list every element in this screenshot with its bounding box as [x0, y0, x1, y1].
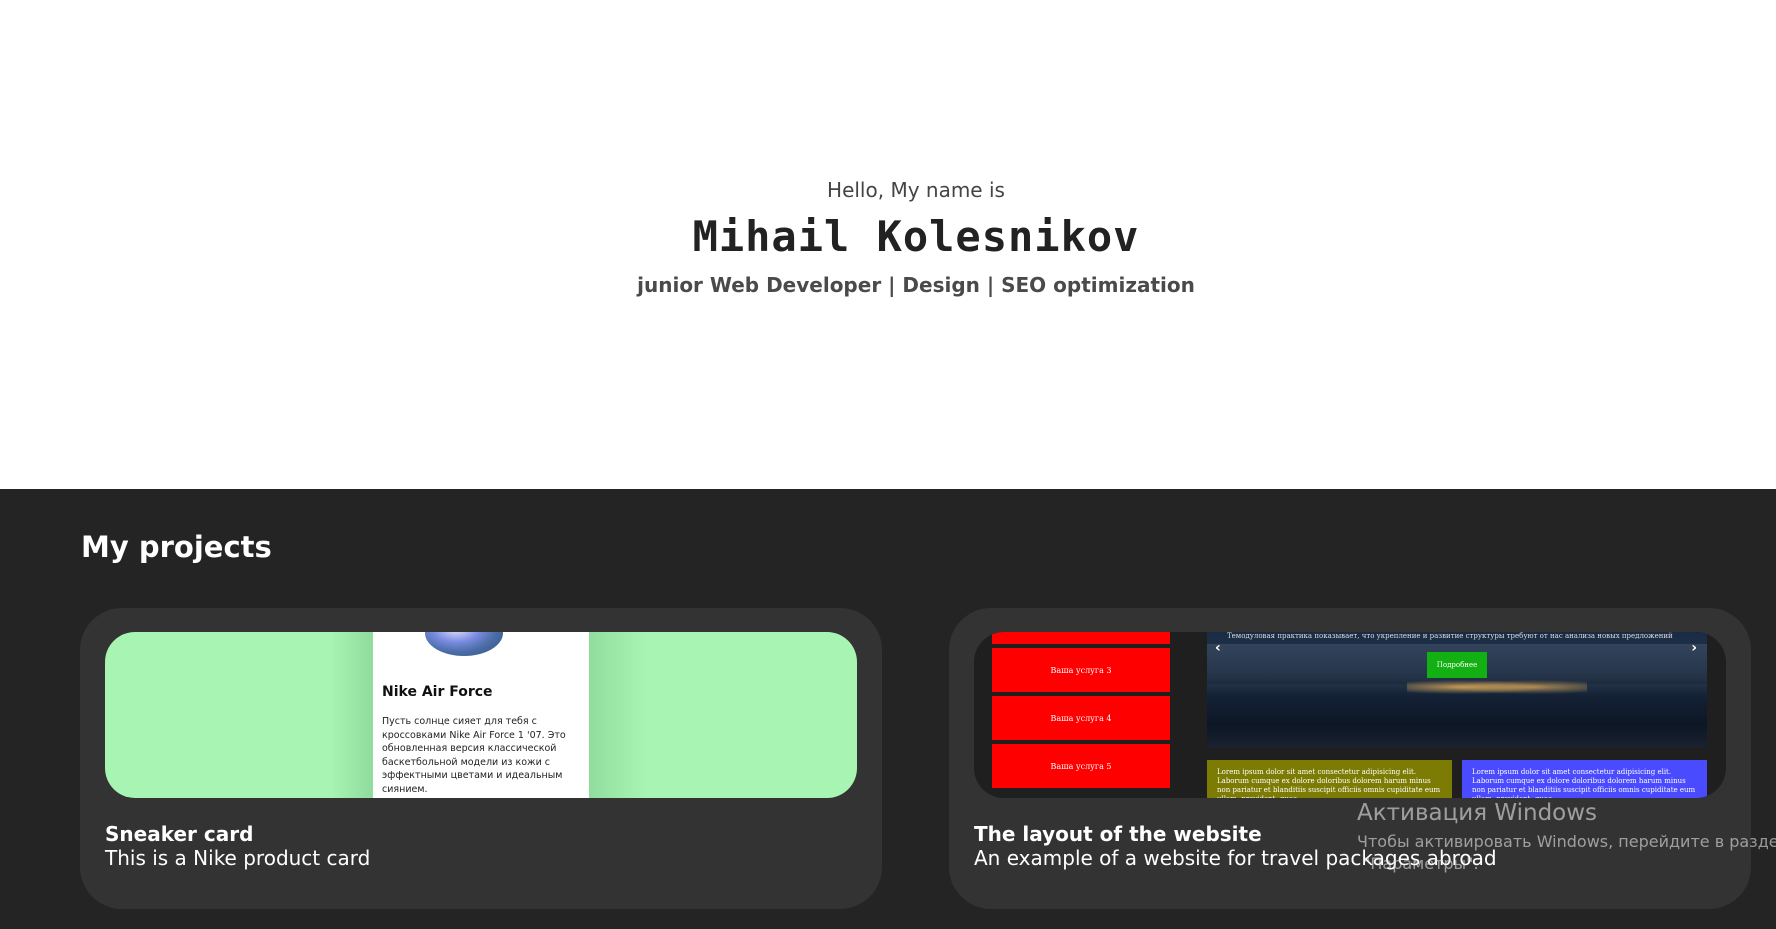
slider-lights	[1407, 677, 1587, 697]
sneaker-image	[425, 632, 503, 656]
project-title: The layout of the website	[974, 822, 1262, 846]
project-description: An example of a website for travel packa…	[974, 846, 1497, 870]
sneaker-product-name: Nike Air Force	[382, 684, 493, 700]
service-block: Ваша услуга 3	[992, 648, 1170, 692]
projects-section: My projects Nike Air Force Пусть солнце …	[0, 489, 1776, 929]
projects-title: My projects	[81, 530, 272, 564]
preview-slider: Темодуловая практика показывает, что укр…	[1207, 632, 1707, 748]
project-title: Sneaker card	[105, 822, 254, 846]
service-block: Ваша услуга 4	[992, 696, 1170, 740]
chevron-right-icon: ›	[1691, 640, 1697, 656]
slider-more-button: Подробнее	[1427, 652, 1487, 678]
service-block: Ваша услуга 5	[992, 744, 1170, 788]
sneaker-product-card: Nike Air Force Пусть солнце сияет для те…	[373, 632, 589, 798]
hero-greeting: Hello, My name is	[827, 178, 1005, 202]
website-preview-image[interactable]: Ваша услуга 3 Ваша услуга 4 Ваша услуга …	[974, 632, 1726, 798]
sneaker-product-text: Пусть солнце сияет для тебя с кроссовкам…	[382, 716, 566, 795]
sneaker-preview-image[interactable]: Nike Air Force Пусть солнце сияет для те…	[105, 632, 857, 798]
info-block: Lorem ipsum dolor sit amet consectetur a…	[1462, 760, 1707, 798]
service-block-top	[992, 632, 1170, 644]
hero-name: Mihail Kolesnikov	[692, 212, 1140, 261]
project-description: This is a Nike product card	[105, 846, 371, 870]
chevron-left-icon: ‹	[1215, 640, 1221, 656]
hero-section: Hello, My name is Mihail Kolesnikov juni…	[0, 0, 1776, 489]
project-card-sneaker[interactable]: Nike Air Force Пусть солнце сияет для те…	[80, 608, 882, 909]
hero-role: junior Web Developer | Design | SEO opti…	[637, 273, 1195, 297]
project-card-website[interactable]: Ваша услуга 3 Ваша услуга 4 Ваша услуга …	[949, 608, 1751, 909]
slider-text: Темодуловая практика показывает, что укр…	[1227, 632, 1673, 640]
info-block: Lorem ipsum dolor sit amet consectetur a…	[1207, 760, 1452, 798]
